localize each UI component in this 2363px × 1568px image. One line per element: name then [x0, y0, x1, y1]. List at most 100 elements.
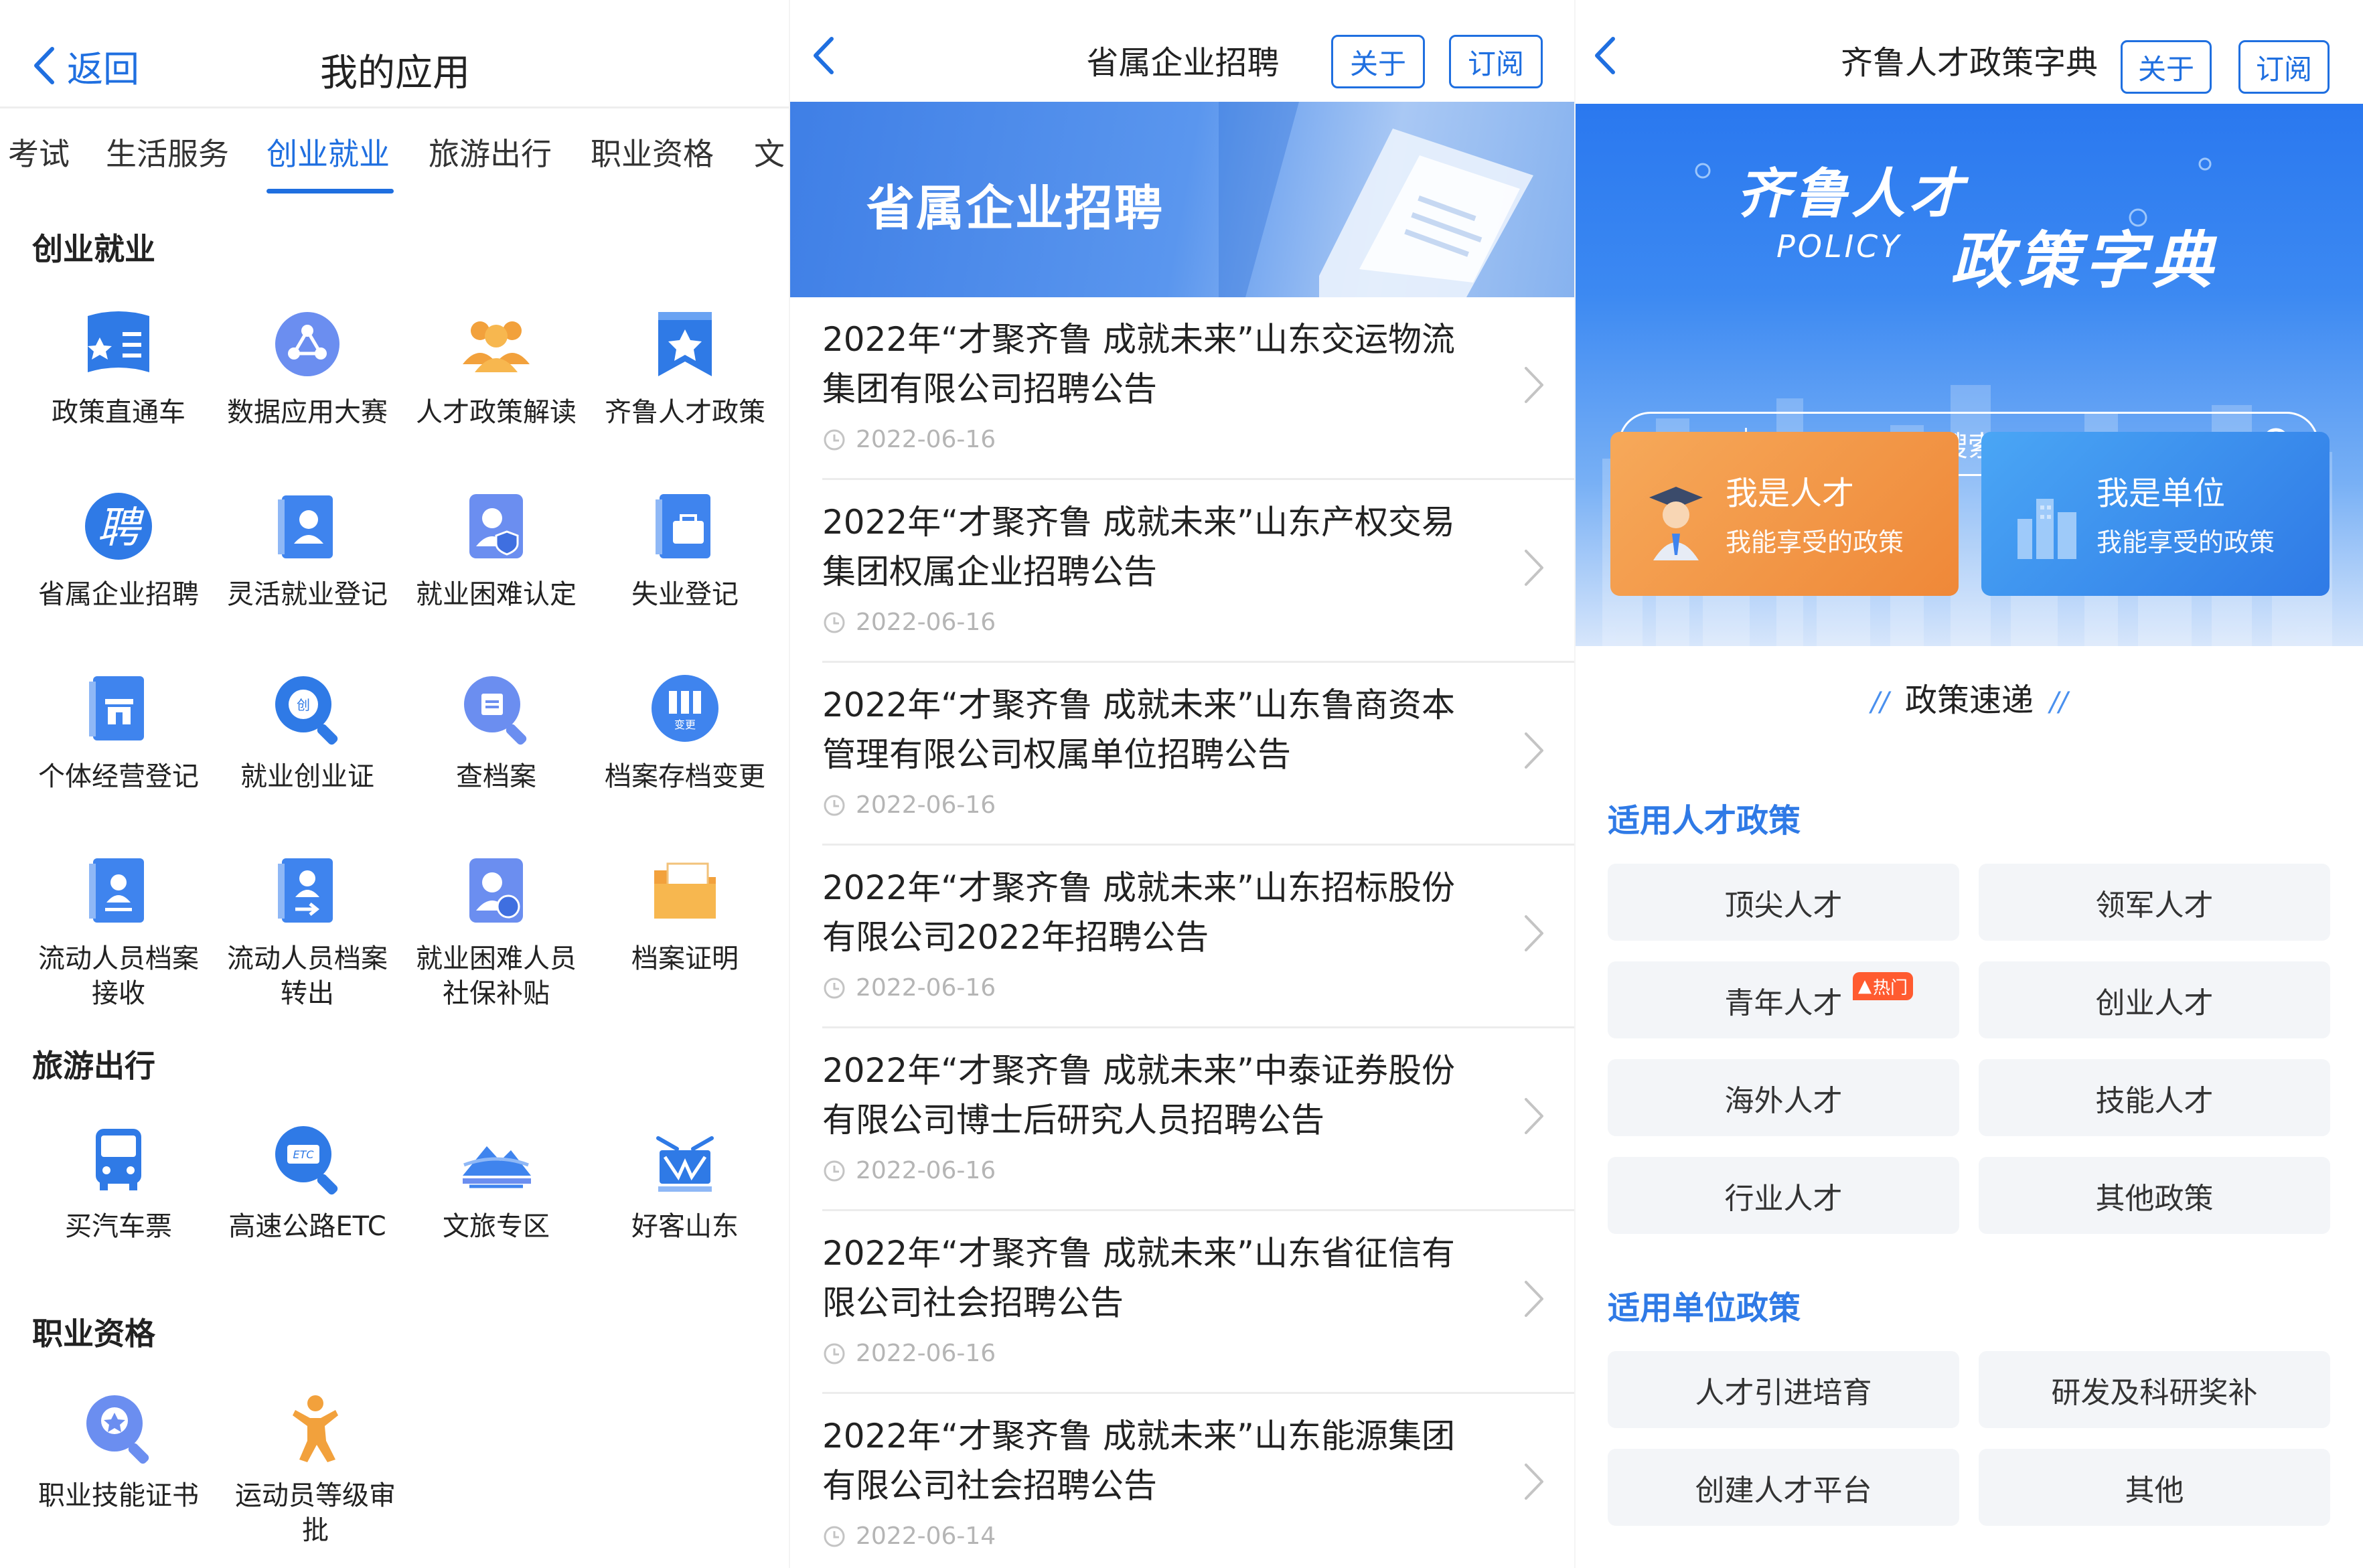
app-label: 齐鲁人才政策: [605, 397, 765, 428]
chevron-right-icon: [1525, 732, 1543, 769]
news-title: 2022年“才聚齐鲁 成就未来”山东能源集团 有限公司社会招聘公告: [822, 1417, 1455, 1505]
app-employment-difficulty[interactable]: 就业困难认定: [402, 479, 591, 612]
app-highway-etc[interactable]: ETC 高速公路ETC: [213, 1111, 402, 1244]
section-title-qualification: 职业资格: [32, 1316, 155, 1352]
news-date-text: 2022-06-16: [856, 791, 996, 819]
app-unemployment-register[interactable]: 失业登记: [591, 479, 779, 612]
search-badge-icon: 创: [275, 676, 338, 745]
app-label: 好客山东: [631, 1211, 739, 1242]
app-culture-travel[interactable]: 文旅专区: [402, 1111, 591, 1244]
culture-travel-icon: [463, 1146, 531, 1188]
news-date: 2022-06-16: [822, 974, 996, 1002]
app-label: 就业创业证: [240, 761, 374, 792]
app-data-contest[interactable]: 数据应用大赛: [213, 297, 402, 430]
hot-badge-label: 热门: [1873, 977, 1908, 998]
certificate-icon: [86, 1395, 149, 1464]
drum-icon: [656, 1136, 714, 1192]
talent-policy-chip[interactable]: 行业人才: [1608, 1157, 1959, 1234]
app-qilu-talent-policy[interactable]: 齐鲁人才政策: [591, 297, 779, 430]
app-athlete-approval[interactable]: 运动员等级审批: [221, 1381, 410, 1548]
news-date: 2022-06-16: [822, 791, 996, 819]
app-label: 高速公路ETC: [228, 1211, 386, 1242]
app-label: 运动员等级审批: [235, 1480, 396, 1546]
app-social-security-subsidy[interactable]: 就业困难人员 社保补贴: [402, 844, 591, 1011]
tab-travel[interactable]: 旅游出行: [429, 130, 552, 174]
chevron-right-icon: [1525, 367, 1543, 403]
app-archive-receive[interactable]: 流动人员档案 接收: [24, 844, 213, 1011]
talent-policy-chip[interactable]: 顶尖人才: [1608, 864, 1959, 941]
news-date: 2022-06-16: [822, 1340, 996, 1367]
news-date-text: 2022-06-14: [856, 1522, 996, 1550]
app-talent-interpretation[interactable]: 人才政策解读: [402, 297, 591, 430]
tab-exam[interactable]: 考试: [8, 130, 70, 174]
talent-policy-chip[interactable]: 领军人才: [1979, 864, 2330, 941]
subscribe-button[interactable]: 订阅: [1449, 35, 1543, 88]
tab-culture[interactable]: 文: [754, 130, 785, 174]
chevron-right-icon: [1525, 915, 1543, 951]
store-icon: [89, 676, 144, 740]
talent-policy-chip-label: 领军人才: [2095, 888, 2214, 923]
register-book-icon: [278, 495, 333, 558]
clock-icon: [824, 977, 845, 998]
app-archive-proof[interactable]: 档案证明: [591, 844, 779, 976]
clock-icon: [824, 1160, 845, 1181]
unit-policy-chip[interactable]: 人才引进培育: [1608, 1351, 1959, 1428]
talent-policy-chip[interactable]: 海外人才: [1608, 1059, 1959, 1136]
talent-policy-chip-label: 其他政策: [2095, 1181, 2214, 1216]
subscribe-button[interactable]: 订阅: [2238, 40, 2330, 94]
banner-title: 省属企业招聘: [866, 180, 1164, 236]
talent-policy-chip[interactable]: 青年人才 ▲ 热门: [1608, 961, 1959, 1038]
app-label: 个体经营登记: [38, 761, 199, 792]
app-archive-change[interactable]: 变更 档案存档变更: [591, 661, 779, 794]
talent-policy-chip-label: 顶尖人才: [1724, 888, 1843, 923]
talent-policy-chip[interactable]: 其他政策: [1979, 1157, 2330, 1234]
soe-recruitment-screen: 省属企业招聘 关于 订阅 省属企业招聘 2022年“才聚齐鲁 成就未来”山东交运…: [790, 0, 1576, 1568]
about-button[interactable]: 关于: [2121, 40, 2212, 94]
news-item[interactable]: 2022年“才聚齐鲁 成就未来”山东产权交易 集团权属企业招聘公告 2022-06-…: [822, 480, 1576, 663]
app-flexible-employment[interactable]: 灵活就业登记: [213, 479, 402, 612]
unit-policy-chip-label: 研发及科研奖补: [2051, 1375, 2258, 1410]
briefcase-icon: [656, 494, 710, 558]
news-item[interactable]: 2022年“才聚齐鲁 成就未来”山东交运物流 集团有限公司招聘公告 2022-06-…: [822, 297, 1576, 480]
tab-qualification[interactable]: 职业资格: [591, 130, 714, 174]
etc-icon: ETC: [275, 1126, 338, 1195]
app-hospitable-shandong[interactable]: 好客山东: [591, 1111, 779, 1244]
archive-receive-icon: [89, 858, 144, 923]
banner: 省属企业招聘: [790, 102, 1576, 297]
news-item[interactable]: 2022年“才聚齐鲁 成就未来”山东鲁商资本 管理有限公司权属单位招聘公告 2022…: [822, 663, 1576, 846]
news-item[interactable]: 2022年“才聚齐鲁 成就未来”山东招标股份 有限公司2022年招聘公告 2022-…: [822, 846, 1576, 1028]
unit-policy-chip[interactable]: 其他: [1979, 1449, 2330, 1526]
hot-badge: ▲ 热门: [1853, 972, 1914, 1000]
app-skill-certificate[interactable]: 职业技能证书: [24, 1381, 213, 1513]
policy-icon: [88, 311, 149, 372]
app-archive-transfer[interactable]: 流动人员档案 转出: [213, 844, 402, 1011]
news-item[interactable]: 2022年“才聚齐鲁 成就未来”山东能源集团 有限公司社会招聘公告 2022-06-…: [822, 1394, 1576, 1568]
app-employment-certificate[interactable]: 创 就业创业证: [213, 661, 402, 794]
quote-mark-icon: //: [2050, 687, 2068, 718]
talent-role-card[interactable]: 我是人才 我能享受的政策: [1610, 432, 1959, 596]
talent-policy-chip[interactable]: 技能人才: [1979, 1059, 2330, 1136]
unit-role-subtitle: 我能享受的政策: [2097, 528, 2275, 557]
talent-policy-chip[interactable]: 创业人才: [1979, 961, 2330, 1038]
news-title: 2022年“才聚齐鲁 成就未来”山东招标股份 有限公司2022年招聘公告: [822, 868, 1455, 957]
svg-text:ETC: ETC: [293, 1148, 314, 1161]
unit-policy-chip[interactable]: 研发及科研奖补: [1979, 1351, 2330, 1428]
archive-change-icon: 变更: [652, 675, 718, 742]
unit-policy-chip-label: 其他: [2125, 1473, 2184, 1508]
app-policy-express[interactable]: 政策直通车: [24, 297, 213, 430]
app-bus-ticket[interactable]: 买汽车票: [24, 1111, 213, 1244]
news-item[interactable]: 2022年“才聚齐鲁 成就未来”中泰证券股份 有限公司博士后研究人员招聘公告 202…: [822, 1028, 1576, 1211]
about-button[interactable]: 关于: [1331, 35, 1425, 88]
app-soe-recruitment[interactable]: 聘 省属企业招聘: [24, 479, 213, 612]
tab-entrepreneurship[interactable]: 创业就业: [266, 130, 390, 174]
app-archive-search[interactable]: 查档案: [402, 661, 591, 794]
section-title-employment: 创业就业: [32, 231, 155, 267]
app-individual-business[interactable]: 个体经营登记: [24, 661, 213, 794]
bus-icon: [96, 1129, 141, 1190]
tab-life-services[interactable]: 生活服务: [106, 130, 229, 174]
section-title-travel: 旅游出行: [32, 1048, 155, 1084]
unit-role-card[interactable]: 我是单位 我能享受的政策: [1981, 432, 2330, 596]
unit-policy-chip[interactable]: 创建人才平台: [1608, 1449, 1959, 1526]
news-item[interactable]: 2022年“才聚齐鲁 成就未来”山东省征信有 限公司社会招聘公告 2022-06-1…: [822, 1211, 1576, 1394]
data-share-icon: [275, 312, 339, 376]
